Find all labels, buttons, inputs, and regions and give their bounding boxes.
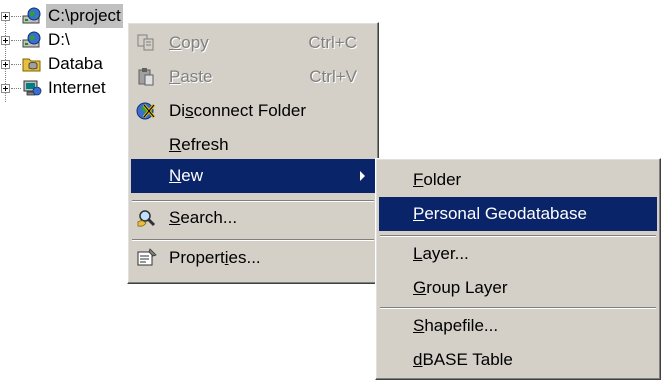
menu-shortcut: Ctrl+C [308,33,357,52]
paste-icon [138,68,154,86]
menu-label: ayer... [422,244,469,263]
submenu-item-dbase-table[interactable]: dBASE Table [379,343,657,377]
drive-globe-icon [22,7,41,24]
menu-accesskey: S [169,208,181,227]
menu-label: aste [180,67,213,86]
menu-accesskey: P [169,67,181,86]
copy-icon [137,34,154,51]
menu-label: older [423,170,462,189]
menu-label: earch... [180,208,238,227]
menu-item-new[interactable]: New [131,159,375,193]
submenu-item-layer[interactable]: Layer... [379,237,657,271]
menu-accesskey: G [413,278,427,297]
menu-label: es... [228,248,261,267]
tree-item-label: Databa [48,54,103,73]
menu-label: BASE Table [422,350,513,369]
tree-item-label: D:\ [48,30,70,49]
expand-plus-icon[interactable] [1,84,10,93]
submenu-item-group-layer[interactable]: Group Layer [379,271,657,305]
menu-accesskey: C [169,33,182,52]
menu-item-properties[interactable]: Properties... [131,241,375,275]
menu-accesskey: s [185,101,194,120]
expand-plus-icon[interactable] [1,36,10,45]
menu-item-copy[interactable]: Copy Ctrl+C [131,26,375,60]
menu-item-paste[interactable]: Paste Ctrl+V [131,60,375,94]
menu-item-disconnect-folder[interactable]: Disconnect Folder [131,94,375,128]
menu-label: hapefile... [424,316,499,335]
tree-item-label: C:\project [46,4,123,28]
menu-accesskey: F [413,170,424,189]
internet-server-icon [23,80,42,96]
menu-label: efresh [181,135,229,154]
menu-label: Di [169,101,186,120]
disconnect-folder-icon [136,102,156,120]
submenu-item-personal-geodatabase[interactable]: Personal Geodatabase [379,197,657,231]
menu-label: opy [181,33,209,52]
menu-accesskey: P [413,204,425,223]
tree-item-label: Internet [48,78,106,97]
menu-label: Propert [169,248,225,267]
database-connections-icon [22,58,41,72]
expand-plus-icon[interactable] [1,60,10,69]
menu-label: ersonal Geodatabase [424,204,587,223]
menu-accesskey: R [169,135,182,154]
submenu-arrow-icon [360,171,365,181]
search-icon [137,210,156,227]
properties-icon [137,248,157,266]
new-submenu: Folder Personal Geodatabase Layer... Gro… [375,158,661,380]
menu-item-search[interactable]: Search... [131,201,375,235]
menu-label: roup Layer [426,278,508,297]
menu-accesskey: S [413,316,425,335]
menu-item-refresh[interactable]: Refresh [131,128,375,162]
menu-accesskey: N [169,166,182,185]
context-menu: Copy Ctrl+C Paste Ctrl+V Disconnect Fold… [127,22,379,284]
submenu-item-shapefile[interactable]: Shapefile... [379,309,657,343]
menu-label: ew [181,166,204,185]
menu-label: connect Folder [193,101,307,120]
menu-shortcut: Ctrl+V [309,67,357,86]
drive-globe-icon [22,31,41,48]
expand-plus-icon[interactable] [1,12,10,21]
submenu-item-folder[interactable]: Folder [379,163,657,197]
